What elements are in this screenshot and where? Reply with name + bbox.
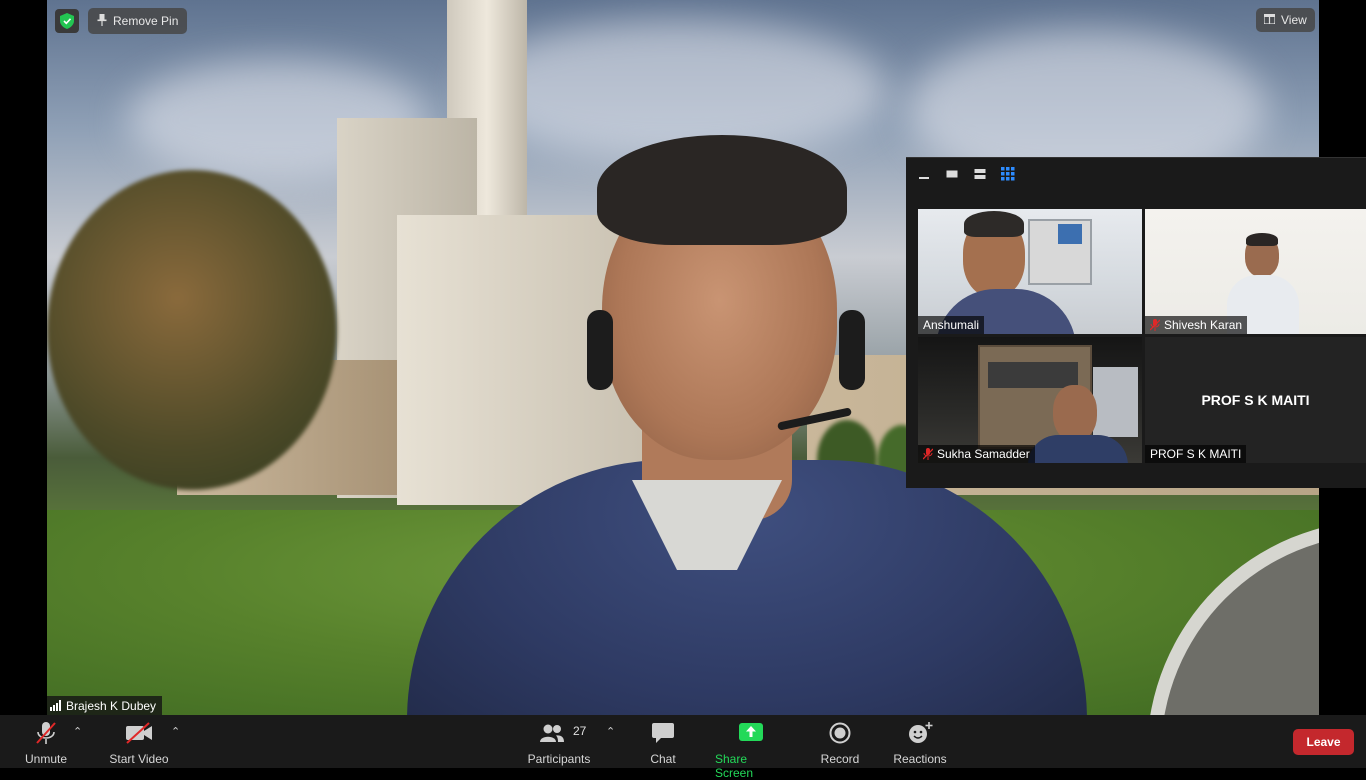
view-button[interactable]: View [1256,8,1315,32]
signal-strength-icon [50,700,61,711]
participants-count: 27 [573,724,587,738]
pin-icon [97,13,107,29]
participant-tile[interactable]: Anshumali [918,209,1142,334]
minimize-icon[interactable] [916,166,932,182]
participants-button[interactable]: 27 Participants [526,720,592,766]
record-button[interactable]: Record [820,720,860,766]
start-video-label: Start Video [109,752,169,766]
participants-label: Participants [527,752,591,766]
gallery-view-controls [916,166,1016,182]
participants-icon: 27 [526,720,592,746]
view-grid-icon [1263,13,1276,27]
meeting-toolbar: Unmute ⌃ Start Video ⌃ 27 Participants ⌃… [0,715,1366,780]
single-view-icon[interactable] [944,166,960,182]
remove-pin-button[interactable]: Remove Pin [88,8,188,34]
remove-pin-label: Remove Pin [113,14,179,28]
share-screen-button[interactable]: Share Screen [715,720,787,780]
leave-button[interactable]: Leave [1293,729,1354,755]
muted-mic-icon [1149,319,1161,331]
speaker-name: Brajesh K Dubey [66,698,157,713]
participant-name-tag: PROF S K MAITI [1145,445,1247,463]
record-label: Record [820,752,860,766]
video-off-icon [125,720,153,746]
participant-tile[interactable]: Sukha Samadder [918,337,1142,463]
participant-name-tag: Sukha Samadder [918,445,1035,463]
muted-microphone-icon [35,720,57,746]
reactions-label: Reactions [893,752,947,766]
grid-view-icon[interactable] [1000,166,1016,182]
participant-tile[interactable]: PROF S K MAITI PROF S K MAITI [1145,337,1366,463]
participant-name: PROF S K MAITI [1150,447,1242,461]
participant-display-name: PROF S K MAITI [1201,392,1310,408]
share-screen-icon [739,720,763,746]
unmute-label: Unmute [24,752,68,766]
participants-options-chevron-icon[interactable]: ⌃ [606,725,615,738]
video-options-chevron-icon[interactable]: ⌃ [171,725,180,738]
view-label: View [1281,13,1307,27]
unmute-button[interactable]: Unmute [24,720,68,766]
start-video-button[interactable]: Start Video [108,720,170,766]
chat-label: Chat [650,752,676,766]
muted-mic-icon [922,448,934,460]
security-shield-icon[interactable] [55,9,79,33]
participant-name: Sukha Samadder [937,447,1030,461]
participant-tile[interactable]: Shivesh Karan [1145,209,1366,334]
gallery-panel: Anshumali Shivesh Karan Sukha Samadder P… [906,157,1366,488]
chat-bubble-icon [651,720,675,746]
record-icon [829,720,851,746]
participant-name: Shivesh Karan [1164,318,1243,332]
reactions-button[interactable]: Reactions [893,720,947,766]
share-screen-label: Share Screen [715,752,754,780]
participant-name: Anshumali [923,318,980,332]
speaker-name-tag: Brajesh K Dubey [47,696,163,715]
stack-view-icon[interactable] [972,166,988,182]
audio-options-chevron-icon[interactable]: ⌃ [73,725,82,738]
chat-button[interactable]: Chat [648,720,678,766]
reactions-smiley-icon [907,720,933,746]
participant-name-tag: Shivesh Karan [1145,316,1248,334]
participant-name-tag: Anshumali [918,316,985,334]
